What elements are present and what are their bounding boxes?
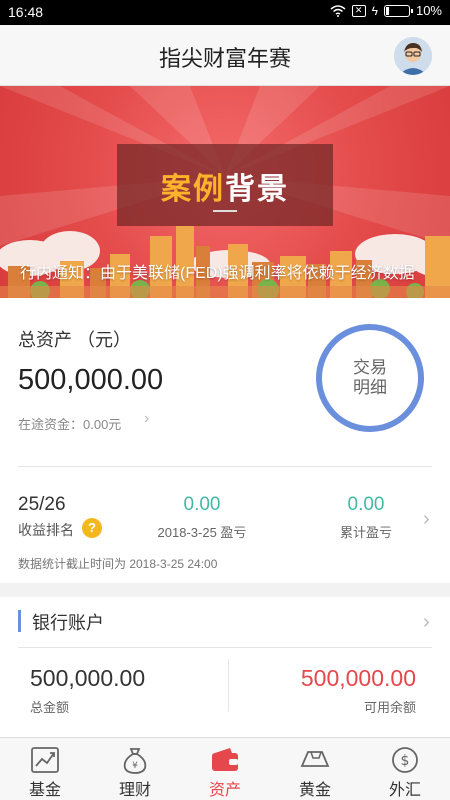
bank-available-label: 可用余额	[363, 700, 416, 715]
total-assets-amount: 500,000.00	[18, 364, 164, 396]
chevron-right-icon[interactable]: ›	[423, 611, 430, 634]
chevron-right-icon[interactable]: ›	[423, 508, 430, 531]
svg-text:$: $	[401, 753, 410, 769]
status-time: 16:48	[8, 4, 44, 20]
banner-title-highlight: 案例	[161, 173, 225, 206]
tab-wealth[interactable]: ¥ 理财	[90, 738, 180, 800]
promo-banner[interactable]: 案例背景 行内通知：由于美联储(FED)强调利率将依赖于经济数据	[0, 86, 450, 298]
stat-cutoff-note: 数据统计截止时间为 2018-3-25 24:00	[18, 557, 218, 571]
tab-label: 基金	[28, 782, 61, 799]
section-divider	[18, 647, 432, 648]
banner-title: 案例背景	[117, 164, 333, 208]
trade-detail-button[interactable]: 交易 明细	[316, 324, 424, 432]
tab-gold[interactable]: 黄金	[270, 738, 360, 800]
news-ticker[interactable]: 行内通知：由于美联储(FED)强调利率将依赖于经济数据	[20, 259, 415, 283]
section-divider	[18, 466, 432, 467]
chart-icon	[31, 747, 59, 773]
total-pnl-label: 累计盈亏	[339, 525, 392, 540]
section-accent-bar	[18, 610, 21, 632]
in-transit-funds[interactable]: 在途资金：0.00元	[18, 414, 121, 433]
chevron-right-icon[interactable]: ›	[144, 410, 149, 428]
app-header: 指尖财富年赛	[0, 25, 450, 86]
tab-label: 外汇	[388, 782, 421, 799]
wifi-icon	[330, 4, 346, 17]
tab-label: 理财	[118, 782, 151, 799]
bank-account-title: 银行账户	[32, 613, 104, 633]
bank-account-card[interactable]: 银行账户 › 500,000.00 总金额 500,000.00 可用余额	[0, 597, 450, 737]
status-icons: ✕ ϟ 10%	[330, 3, 442, 18]
assets-card: 总资产 （元） 500,000.00 在途资金：0.00元 › 交易 明细 25…	[0, 298, 450, 583]
banner-title-box: 案例背景	[117, 144, 333, 226]
svg-text:¥: ¥	[132, 761, 138, 771]
page-title: 指尖财富年赛	[158, 46, 291, 71]
trade-detail-line1: 交易	[353, 358, 387, 377]
wallet-icon	[212, 748, 238, 771]
tab-label: 黄金	[298, 782, 331, 799]
banner-divider	[213, 210, 237, 212]
help-icon[interactable]: ?	[82, 518, 102, 538]
no-sim-icon: ✕	[351, 4, 366, 17]
daily-pnl-value: 0.00	[183, 494, 221, 515]
status-bar: 16:48 ✕ ϟ 10%	[0, 0, 450, 25]
bottom-tab-bar: 基金 ¥ 理财 资产 黄金 $ 外汇	[0, 737, 450, 800]
dollar-icon: $	[392, 747, 418, 773]
vertical-divider	[228, 659, 229, 711]
tab-forex[interactable]: $ 外汇	[360, 738, 450, 800]
bank-total-label: 总金额	[30, 700, 70, 715]
avatar[interactable]	[394, 37, 432, 75]
user-avatar-icon	[394, 37, 432, 75]
battery-percent: 10%	[415, 3, 442, 18]
rank-label: 收益排名	[18, 522, 74, 538]
tab-fund[interactable]: 基金	[0, 738, 90, 800]
total-pnl-value: 0.00	[347, 494, 385, 515]
bank-total-value: 500,000.00	[30, 665, 146, 691]
tab-assets[interactable]: 资产	[180, 738, 270, 800]
money-bag-icon: ¥	[123, 748, 147, 774]
daily-pnl-label: 2018-3-25 盈亏	[157, 525, 247, 540]
tab-label: 资产	[208, 782, 241, 799]
gold-bar-icon	[300, 751, 330, 767]
trade-detail-line2: 明细	[353, 378, 387, 397]
bank-available-value: 500,000.00	[300, 665, 416, 691]
total-assets-label: 总资产 （元）	[18, 330, 132, 350]
charging-icon: ϟ	[371, 3, 378, 18]
banner-title-rest: 背景	[225, 173, 289, 206]
rank-value: 25/26	[18, 494, 66, 515]
battery-icon	[383, 4, 413, 17]
